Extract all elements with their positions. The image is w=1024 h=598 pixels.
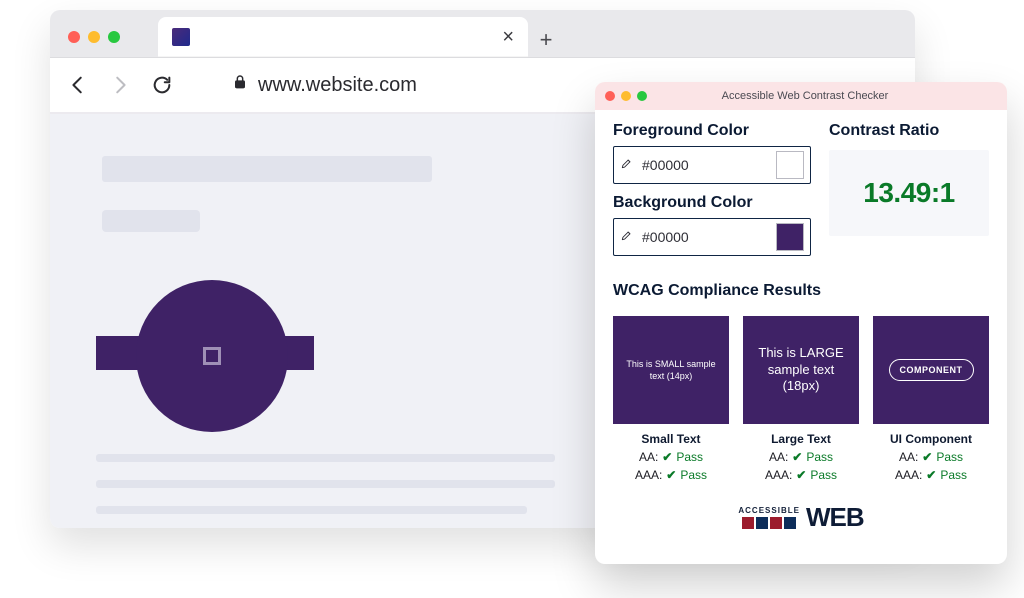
minimize-window-button[interactable] [88,31,100,43]
placeholder-line [96,506,527,514]
maximize-window-button[interactable] [637,91,647,101]
contrast-ratio-display: 13.49:1 [829,150,989,236]
tab-bar: × + [50,10,915,58]
aaa-level: AAA: [895,468,922,482]
tab-title [200,30,492,44]
url-text: www.website.com [258,74,417,97]
contrast-checker-window: Accessible Web Contrast Checker Foregrou… [595,82,1007,564]
logo-tile-icon [742,517,754,529]
aa-status: Pass [936,450,963,464]
large-aa-result: AA: ✔ Pass [769,450,833,464]
checker-body: Foreground Color #00000 Background Color… [595,110,1007,543]
illustration-circle [136,280,288,432]
favicon-icon [172,28,190,46]
wcag-results-heading: WCAG Compliance Results [613,282,989,300]
small-text-preview-text: This is SMALL sample text (14px) [621,358,721,382]
aa-level: AA: [899,450,918,464]
component-aaa-result: AAA: ✔ Pass [895,468,967,482]
wcag-samples: This is SMALL sample text (14px) Small T… [613,316,989,482]
check-icon: ✔ [796,468,806,482]
small-aaa-result: AAA: ✔ Pass [635,468,707,482]
foreground-label: Foreground Color [613,122,811,140]
aaa-status: Pass [940,468,967,482]
placeholder-heading [102,156,432,182]
aaa-status: Pass [810,468,837,482]
small-aa-result: AA: ✔ Pass [639,450,703,464]
contrast-ratio-label: Contrast Ratio [829,122,989,140]
logo-icon-row [738,517,800,529]
forward-button[interactable] [108,73,132,97]
sample-ui-component: COMPONENT UI Component AA: ✔ Pass AAA: ✔… [873,316,989,482]
large-text-preview: This is LARGE sample text (18px) [743,316,859,424]
logo-tile-icon [770,517,782,529]
sample-small-text: This is SMALL sample text (14px) Small T… [613,316,729,482]
placeholder-paragraph [96,454,555,528]
contrast-ratio-value: 13.49:1 [863,177,954,209]
aa-level: AA: [769,450,788,464]
check-icon: ✔ [792,450,802,464]
placeholder-line [96,480,555,488]
check-icon: ✔ [666,468,676,482]
footer-logo: ACCESSIBLE WEB [613,502,989,533]
large-text-preview-text: This is LARGE sample text (18px) [751,345,851,396]
address-bar[interactable]: www.website.com [192,73,417,97]
small-text-preview: This is SMALL sample text (14px) [613,316,729,424]
aa-level: AA: [639,450,658,464]
sample-large-text: This is LARGE sample text (18px) Large T… [743,316,859,482]
foreground-color-input[interactable]: #00000 [613,146,811,184]
component-preview-pill: COMPONENT [889,359,974,381]
maximize-window-button[interactable] [108,31,120,43]
checker-titlebar: Accessible Web Contrast Checker [595,82,1007,110]
back-button[interactable] [66,73,90,97]
eyedropper-icon[interactable] [620,156,634,175]
background-label: Background Color [613,194,811,212]
minimize-window-button[interactable] [621,91,631,101]
close-window-button[interactable] [605,91,615,101]
background-value: #00000 [642,229,768,245]
eyedropper-icon[interactable] [620,228,634,247]
large-aaa-result: AAA: ✔ Pass [765,468,837,482]
close-tab-button[interactable]: × [502,27,514,47]
illustration-square [203,347,221,365]
logo-tile-icon [756,517,768,529]
reload-button[interactable] [150,73,174,97]
large-text-label: Large Text [771,432,831,446]
aaa-status: Pass [680,468,707,482]
component-preview: COMPONENT [873,316,989,424]
placeholder-line [96,454,555,462]
logo-accessible-text: ACCESSIBLE [738,507,800,515]
aa-status: Pass [806,450,833,464]
check-icon: ✔ [662,450,672,464]
component-label: UI Component [890,432,972,446]
component-aa-result: AA: ✔ Pass [899,450,963,464]
lock-icon [232,73,248,97]
background-swatch[interactable] [776,223,804,251]
aaa-level: AAA: [635,468,662,482]
background-color-input[interactable]: #00000 [613,218,811,256]
logo-tile-icon [784,517,796,529]
close-window-button[interactable] [68,31,80,43]
window-controls [50,31,136,57]
new-tab-button[interactable]: + [528,27,564,57]
logo-left: ACCESSIBLE [738,507,800,529]
foreground-value: #00000 [642,157,768,173]
window-title: Accessible Web Contrast Checker [653,90,997,102]
foreground-swatch[interactable] [776,151,804,179]
aa-status: Pass [676,450,703,464]
browser-tab[interactable]: × [158,17,528,57]
placeholder-subheading [102,210,200,232]
check-icon: ✔ [922,450,932,464]
check-icon: ✔ [926,468,936,482]
logo-web-text: WEB [806,502,864,533]
aaa-level: AAA: [765,468,792,482]
small-text-label: Small Text [641,432,700,446]
